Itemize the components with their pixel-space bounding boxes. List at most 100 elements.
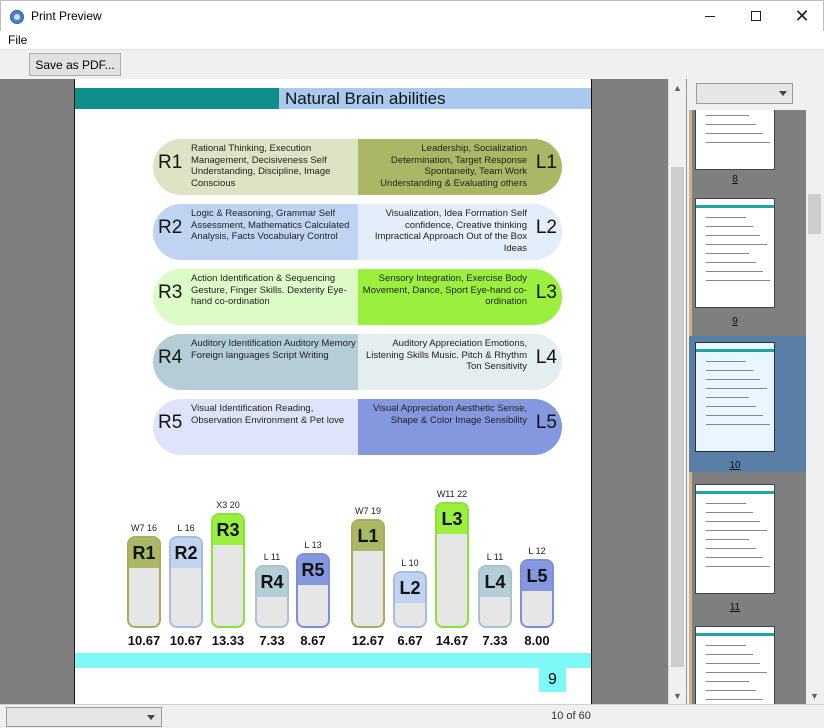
menu-file[interactable]: File [8, 33, 27, 47]
thumbnail-text-line [706, 424, 770, 425]
bar-top-label: W7 19 [354, 506, 381, 516]
thumbnail-text-line [706, 672, 767, 673]
thumbnail-text-line [706, 262, 756, 263]
thumbnail-text-line [706, 566, 770, 567]
right-brain-half: R4 Auditory Identification Auditory Memor… [153, 334, 358, 390]
right-brain-code: R5 [158, 412, 183, 433]
left-brain-code: L2 [535, 217, 557, 238]
thumbnail-text-line [706, 370, 753, 371]
footer-band [75, 653, 591, 668]
bar-l3: L3 [435, 502, 469, 628]
thumbnail-page[interactable] [695, 342, 775, 452]
thumbnail-text-line [706, 217, 746, 218]
save-as-pdf-button[interactable]: Save as PDF... [29, 53, 121, 76]
minimize-button[interactable] [687, 1, 733, 31]
bar-top-label: L 12 [528, 546, 546, 556]
thumbnail-text-line [706, 235, 760, 236]
thumbnail-text-line [706, 645, 746, 646]
scroll-up-arrow-icon[interactable]: ▲ [669, 79, 686, 96]
app-icon [10, 10, 24, 24]
page-title: Natural Brain abilities [285, 89, 446, 108]
left-brain-description: Sensory Integration, Exercise Body Movem… [362, 273, 527, 307]
right-brain-half: R3 Action Identification & Sequencing Ges… [153, 269, 358, 325]
thumbnail-text-line [706, 406, 756, 407]
bar-value-label: 8.00 [524, 633, 550, 648]
bar-top-label: X3 20 [216, 500, 240, 510]
bar-category-label: R4 [257, 567, 287, 597]
thumbnail-label[interactable]: 9 [695, 316, 775, 327]
thumbnail-scroll-down-icon[interactable]: ▼ [806, 687, 823, 704]
bar-category-label: R1 [129, 538, 159, 568]
bar-category-label: L1 [353, 521, 383, 551]
thumbnail-text-line [706, 133, 763, 134]
thumbnail-label[interactable]: 11 [695, 602, 775, 613]
thumbnail-text-line [706, 226, 753, 227]
thumbnail-text-line [706, 280, 770, 281]
thumbnail-header-band [696, 633, 774, 636]
thumbnail-page[interactable] [695, 198, 775, 308]
ability-pill-1: R1 Rational Thinking, Execution Managemen… [153, 139, 562, 195]
thumbnail-scrollbar[interactable]: ▼ [806, 110, 823, 704]
thumbnail-size-dropdown[interactable] [696, 83, 793, 104]
thumbnail-text-line [706, 530, 767, 531]
preview-scrollbar[interactable]: ▲ ▼ [668, 79, 686, 704]
zoom-dropdown[interactable] [6, 707, 162, 727]
thumbnail-header-band [696, 491, 774, 494]
title-bar: Print Preview ✕ [0, 0, 824, 31]
bar-value-label: 8.67 [300, 633, 326, 648]
thumbnail-text-line [706, 663, 760, 664]
right-brain-half: R5 Visual Identification Reading, Observa… [153, 399, 358, 455]
left-brain-description: Visual Appreciation Aesthetic Sense, Sha… [372, 403, 527, 426]
thumbnail-label[interactable]: 10 [695, 460, 775, 471]
bar-category-label: L5 [522, 561, 552, 591]
thumbnail-panel: 8 9 10 11 ▼ [686, 79, 824, 704]
thumbnail-text-line [706, 699, 763, 700]
thumbnail-text-line [706, 388, 767, 389]
bar-r5: R5 [296, 553, 330, 628]
bar-top-label: W11 22 [436, 489, 468, 499]
maximize-icon [751, 11, 761, 21]
thumbnail-text-line [706, 548, 756, 549]
left-brain-description: Visualization, Idea Formation Self confi… [374, 208, 527, 254]
bar-category-label: L2 [395, 573, 425, 603]
right-brain-code: R2 [158, 217, 183, 238]
preview-area: Natural Brain abilities R1 Rational Think… [0, 79, 686, 704]
left-brain-code: L4 [535, 347, 557, 368]
scrollbar-thumb[interactable] [671, 167, 684, 667]
right-brain-code: R4 [158, 347, 183, 368]
menu-bar: File [0, 31, 824, 49]
left-brain-half: Sensory Integration, Exercise Body Movem… [358, 269, 562, 325]
thumbnail-scrollbar-thumb[interactable] [808, 194, 821, 234]
bar-top-label: L 11 [263, 552, 281, 562]
thumbnail-page[interactable] [695, 484, 775, 594]
thumbnail-header-band [696, 205, 774, 208]
right-brain-description: Logic & Reasoning, Grammar Self Assessme… [191, 208, 350, 242]
thumbnail-strip: 8 9 10 11 [689, 110, 806, 704]
bar-r3: R3 [211, 513, 245, 628]
thumbnail-text-line [706, 271, 763, 272]
ability-pill-5: R5 Visual Identification Reading, Observa… [153, 399, 562, 455]
thumbnail-text-line [706, 142, 770, 143]
window-title: Print Preview [31, 9, 102, 23]
thumbnail-text-line [706, 539, 749, 540]
thumbnail-text-line [706, 124, 756, 125]
ability-pill-3: R3 Action Identification & Sequencing Ges… [153, 269, 562, 325]
bar-top-label: L 10 [401, 558, 419, 568]
close-button[interactable]: ✕ [779, 1, 824, 31]
thumbnail-page[interactable] [695, 110, 775, 170]
header-band-teal [75, 88, 279, 109]
bar-l4: L4 [478, 565, 512, 628]
right-brain-description: Auditory Identification Auditory Memory … [191, 338, 356, 361]
thumbnail-text-line [706, 379, 760, 380]
left-brain-code: L3 [535, 282, 557, 303]
scroll-down-arrow-icon[interactable]: ▼ [669, 687, 686, 704]
thumbnail-page[interactable] [695, 626, 775, 704]
maximize-button[interactable] [733, 1, 779, 31]
bar-value-label: 13.33 [211, 633, 245, 648]
thumbnail-label[interactable]: 8 [695, 174, 775, 185]
thumbnail-text-line [706, 397, 749, 398]
status-bar: 10 of 60 [0, 704, 824, 728]
left-brain-description: Leadership, Socialization Determination,… [380, 143, 527, 189]
bar-category-label: L4 [480, 567, 510, 597]
left-brain-half: Visualization, Idea Formation Self confi… [358, 204, 562, 260]
